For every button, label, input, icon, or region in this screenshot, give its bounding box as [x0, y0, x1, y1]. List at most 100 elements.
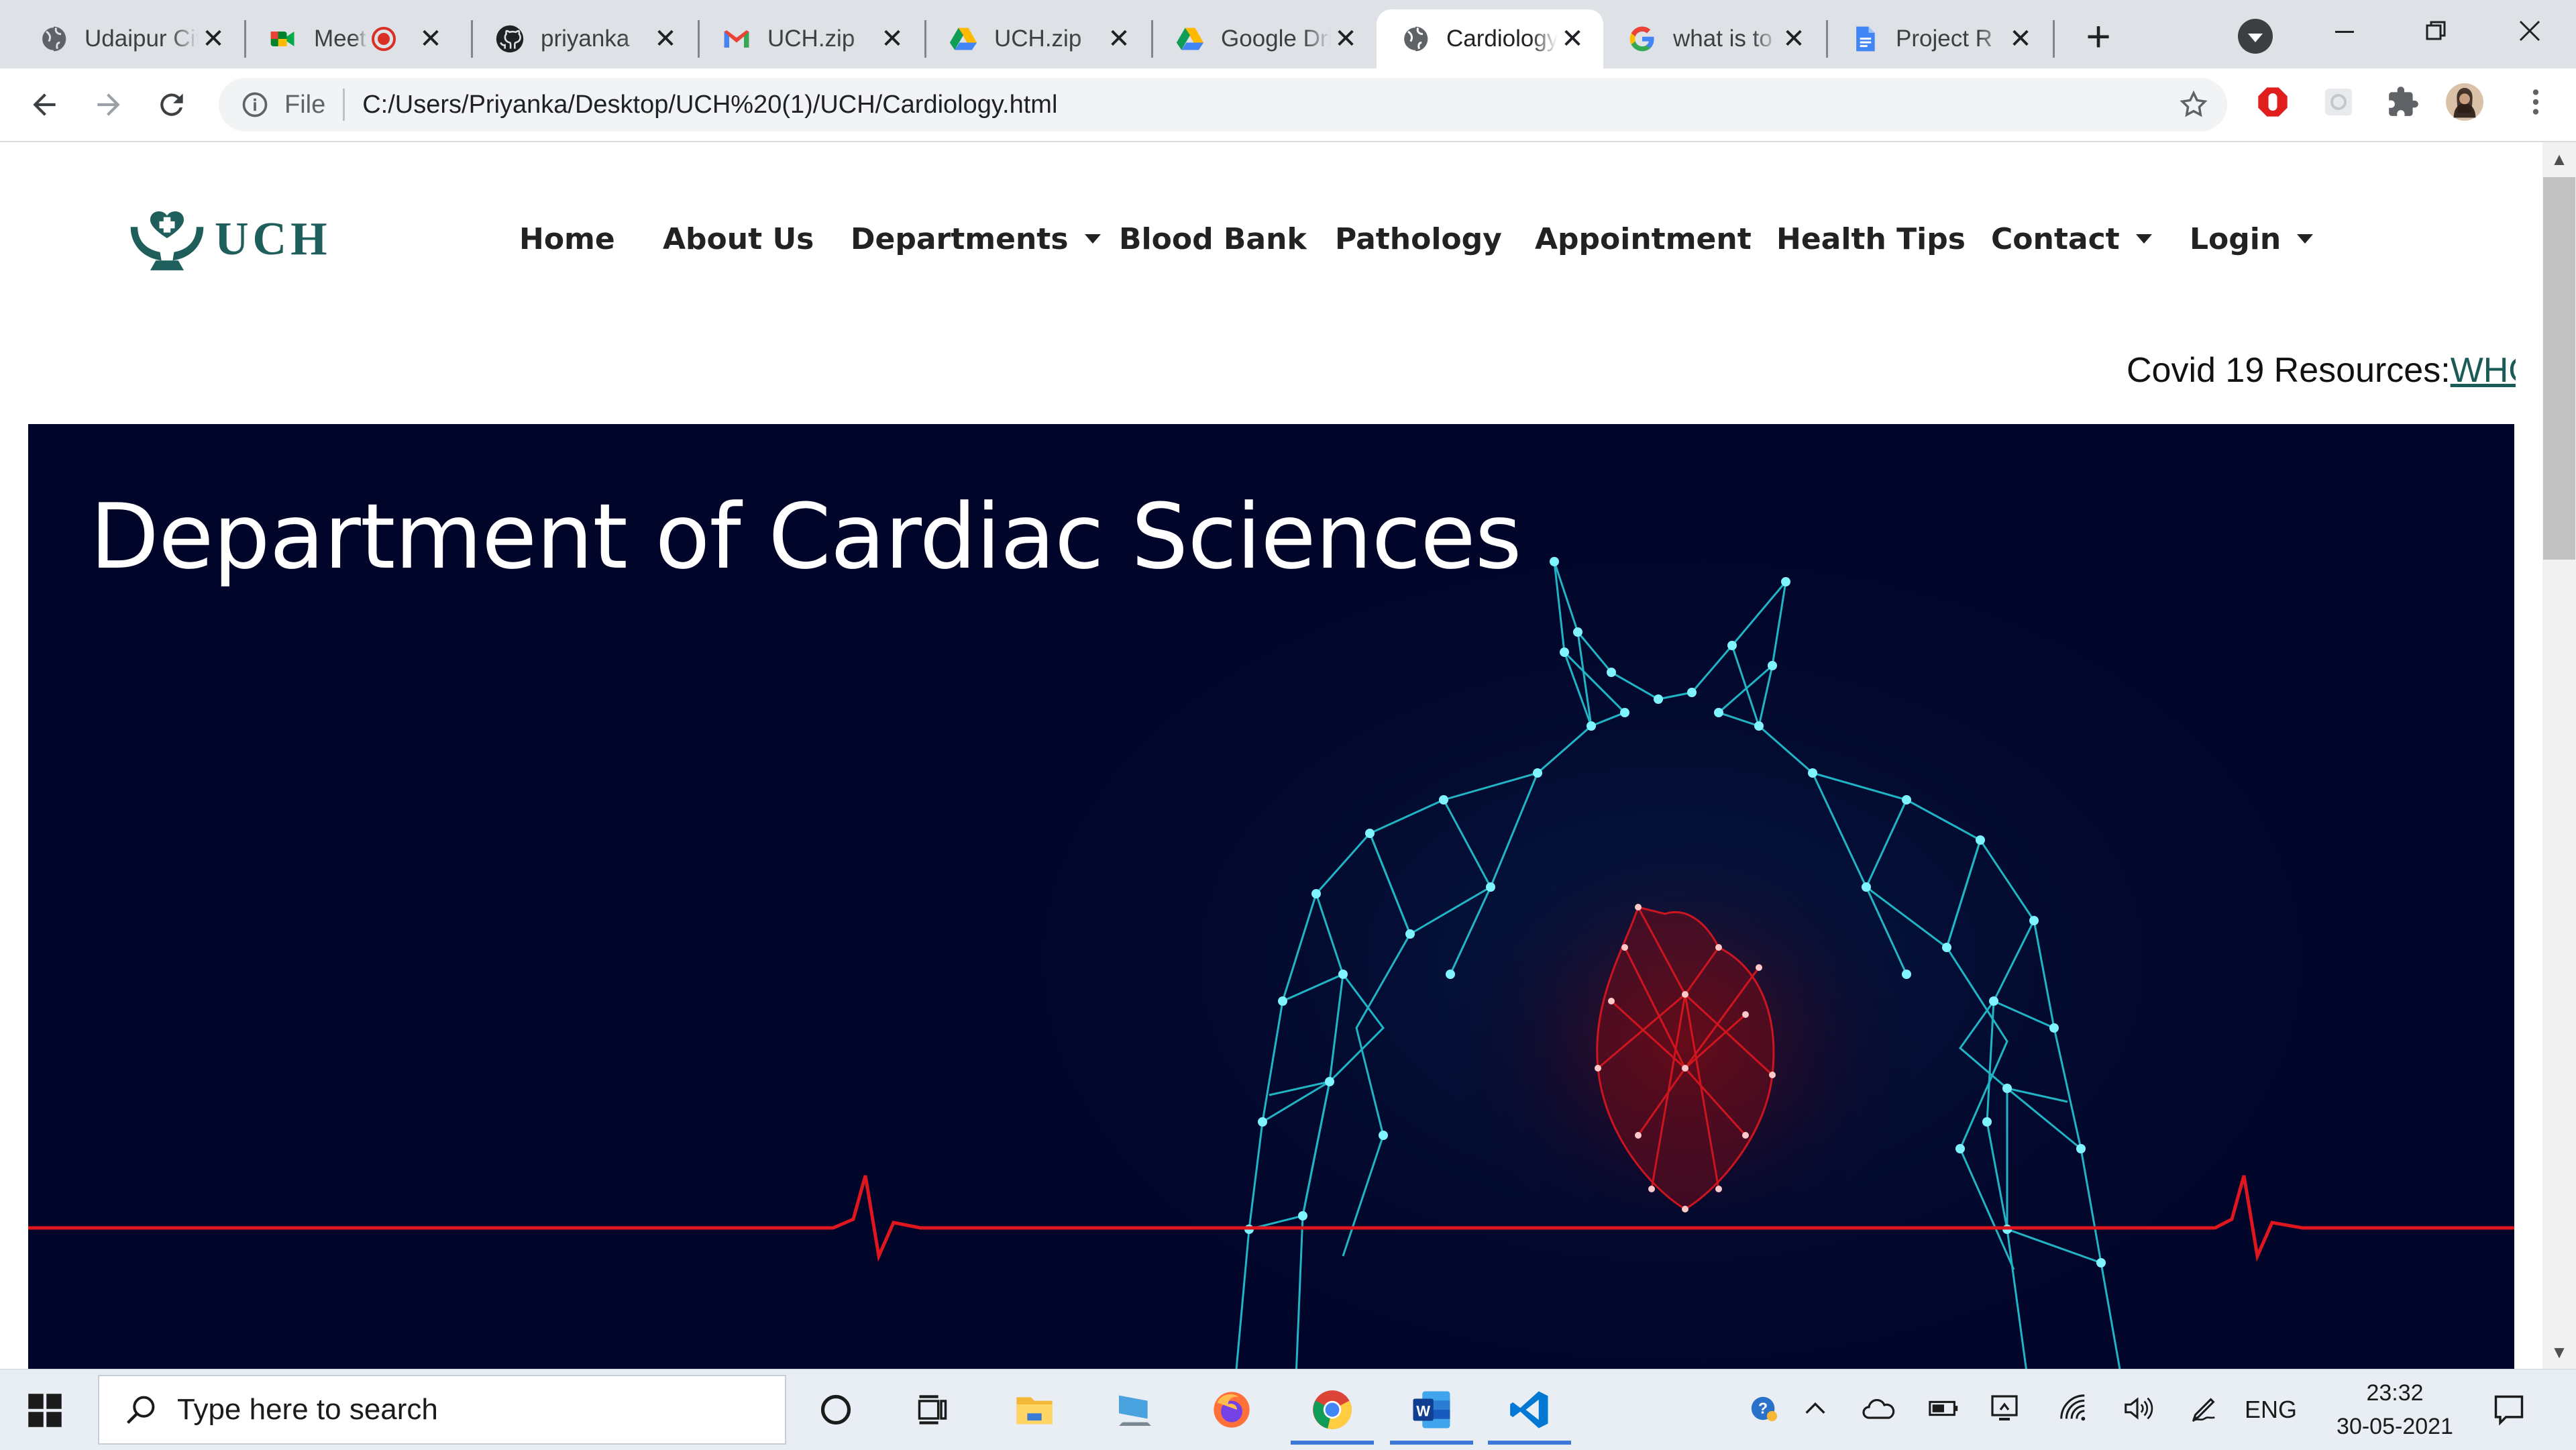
- nav-blood-bank[interactable]: Blood Bank: [1119, 207, 1307, 271]
- show-hidden-icons-chevron-icon[interactable]: [1795, 1388, 1835, 1429]
- tab-cardiology-active[interactable]: Cardiology ✕: [1377, 9, 1603, 68]
- tab-project-report[interactable]: Project R ✕: [1811, 9, 2051, 68]
- menu-kebab-icon[interactable]: [2517, 83, 2555, 121]
- globe-icon: [1401, 24, 1430, 54]
- page-viewport: UCH Home About Us Departments Blood Bank…: [0, 142, 2542, 1369]
- who-link[interactable]: WHO: [2451, 350, 2516, 391]
- nav-contact[interactable]: Contact: [1991, 207, 2152, 271]
- pen-workspace-icon[interactable]: [2184, 1388, 2224, 1429]
- recording-icon: [372, 27, 396, 51]
- system-clock[interactable]: 23:32 30-05-2021: [2328, 1376, 2462, 1443]
- arrow-right-icon: [97, 93, 120, 116]
- nav-home[interactable]: Home: [519, 207, 615, 271]
- search-placeholder: Type here to search: [177, 1393, 438, 1426]
- tab-udaipur[interactable]: Udaipur City Hospital ✕: [0, 9, 244, 68]
- tab-title: Project R: [1896, 25, 1992, 52]
- minimize-icon: [2335, 31, 2354, 33]
- caret-down-icon: [2135, 234, 2152, 244]
- nav-pathology[interactable]: Pathology: [1335, 207, 1502, 271]
- windows-start-button[interactable]: [27, 1392, 63, 1429]
- back-button[interactable]: [24, 85, 64, 125]
- restore-button[interactable]: [2412, 11, 2459, 51]
- tab-google-search[interactable]: what is to ✕: [1603, 9, 1825, 68]
- notification-center-icon[interactable]: [2489, 1390, 2529, 1430]
- close-icon[interactable]: ✕: [1331, 24, 1360, 54]
- reload-button[interactable]: [152, 85, 192, 125]
- minimize-button[interactable]: [2321, 11, 2368, 51]
- language-indicator[interactable]: ENG: [2245, 1390, 2297, 1430]
- nav-health-tips[interactable]: Health Tips: [1776, 207, 1966, 271]
- cortana-button[interactable]: [789, 1375, 883, 1445]
- browser-toolbar: File C:/Users/Priyanka/Desktop/UCH%20(1)…: [0, 68, 2576, 142]
- adblock-extension-icon[interactable]: [2254, 83, 2292, 121]
- nav-about-us[interactable]: About Us: [663, 207, 814, 271]
- close-icon[interactable]: ✕: [651, 24, 680, 54]
- forward-button[interactable]: [89, 85, 129, 125]
- caret-down-icon: [2297, 234, 2314, 244]
- nav-login[interactable]: Login: [2190, 207, 2314, 271]
- close-icon[interactable]: ✕: [1104, 24, 1134, 54]
- nav-label: Health Tips: [1776, 221, 1966, 256]
- nav-departments[interactable]: Departments: [851, 207, 1101, 271]
- tab-title: Google Drive: [1221, 25, 1331, 52]
- google-drive-icon: [949, 24, 978, 54]
- close-icon[interactable]: ✕: [1779, 24, 1809, 54]
- info-icon[interactable]: [239, 89, 271, 121]
- cortana-circle-icon: [820, 1394, 851, 1425]
- help-icon[interactable]: ?: [1744, 1388, 1784, 1429]
- scrollbar-thumb[interactable]: [2543, 177, 2575, 560]
- new-tab-button[interactable]: +: [2078, 12, 2118, 60]
- file-explorer-app[interactable]: [987, 1375, 1081, 1445]
- nav-label: Pathology: [1335, 221, 1502, 256]
- tab-title: Udaipur City Hospital: [85, 25, 199, 52]
- nav-appointment[interactable]: Appointment: [1535, 207, 1752, 271]
- close-icon[interactable]: ✕: [199, 24, 228, 54]
- chrome-app[interactable]: [1285, 1375, 1379, 1445]
- url-text[interactable]: C:/Users/Priyanka/Desktop/UCH%20(1)/UCH/…: [362, 91, 1057, 119]
- tab-meet[interactable]: Meet ✕: [229, 9, 470, 68]
- clock-date: 30-05-2021: [2337, 1414, 2453, 1439]
- wifi-icon[interactable]: [2053, 1388, 2093, 1429]
- close-icon[interactable]: ✕: [877, 24, 907, 54]
- tab-title: UCH.zip: [767, 25, 855, 52]
- close-icon[interactable]: ✕: [2006, 24, 2035, 54]
- close-window-button[interactable]: [2506, 11, 2553, 51]
- tab-google-drive[interactable]: Google Drive ✕: [1136, 9, 1377, 68]
- taskbar-search-box[interactable]: Type here to search: [98, 1375, 786, 1445]
- tab-title: UCH.zip: [994, 25, 1082, 52]
- nav-label: Contact: [1991, 221, 2120, 256]
- this-pc-app[interactable]: [1088, 1375, 1182, 1445]
- hero-title: Department of Cardiac Sciences: [90, 484, 1522, 589]
- site-logo[interactable]: UCH: [125, 203, 331, 276]
- search-icon: [122, 1391, 160, 1429]
- ecg-pulse-left: [806, 1175, 1021, 1262]
- device-sync-icon[interactable]: [1986, 1388, 2026, 1429]
- address-bar[interactable]: File C:/Users/Priyanka/Desktop/UCH%20(1)…: [219, 78, 2227, 132]
- word-app[interactable]: W: [1385, 1375, 1479, 1445]
- profile-avatar[interactable]: [2446, 83, 2483, 121]
- hero-banner: Department of Cardiac Sciences: [28, 424, 2514, 1369]
- scroll-up-arrow-icon[interactable]: ▲: [2542, 142, 2576, 176]
- close-icon[interactable]: ✕: [416, 24, 445, 54]
- volume-icon[interactable]: [2117, 1388, 2157, 1429]
- tab-drive-zip[interactable]: UCH.zip ✕: [910, 9, 1150, 68]
- windows-taskbar: Type here to search W ? ENG 23:32 30-05-…: [0, 1369, 2576, 1450]
- task-view-button[interactable]: [885, 1375, 979, 1445]
- firefox-app[interactable]: [1185, 1375, 1279, 1445]
- close-icon[interactable]: ✕: [1558, 24, 1587, 54]
- task-view-icon: [918, 1395, 947, 1425]
- vscode-app[interactable]: [1483, 1375, 1576, 1445]
- scroll-down-arrow-icon[interactable]: ▼: [2542, 1335, 2576, 1369]
- bookmark-star-icon[interactable]: [2178, 89, 2210, 121]
- divider: [343, 89, 345, 121]
- onedrive-cloud-icon[interactable]: [1858, 1388, 1898, 1429]
- extension-icon[interactable]: [2320, 83, 2357, 121]
- tab-search-button[interactable]: [2238, 19, 2273, 54]
- chrome-icon: [1313, 1390, 1352, 1429]
- tab-title: what is to: [1673, 25, 1772, 52]
- tab-gmail[interactable]: UCH.zip ✕: [683, 9, 923, 68]
- puzzle-icon[interactable]: [2384, 83, 2422, 121]
- tab-github[interactable]: priyanka ✕: [456, 9, 696, 68]
- battery-icon[interactable]: [1924, 1388, 1964, 1429]
- clock-time: 23:32: [2366, 1380, 2424, 1406]
